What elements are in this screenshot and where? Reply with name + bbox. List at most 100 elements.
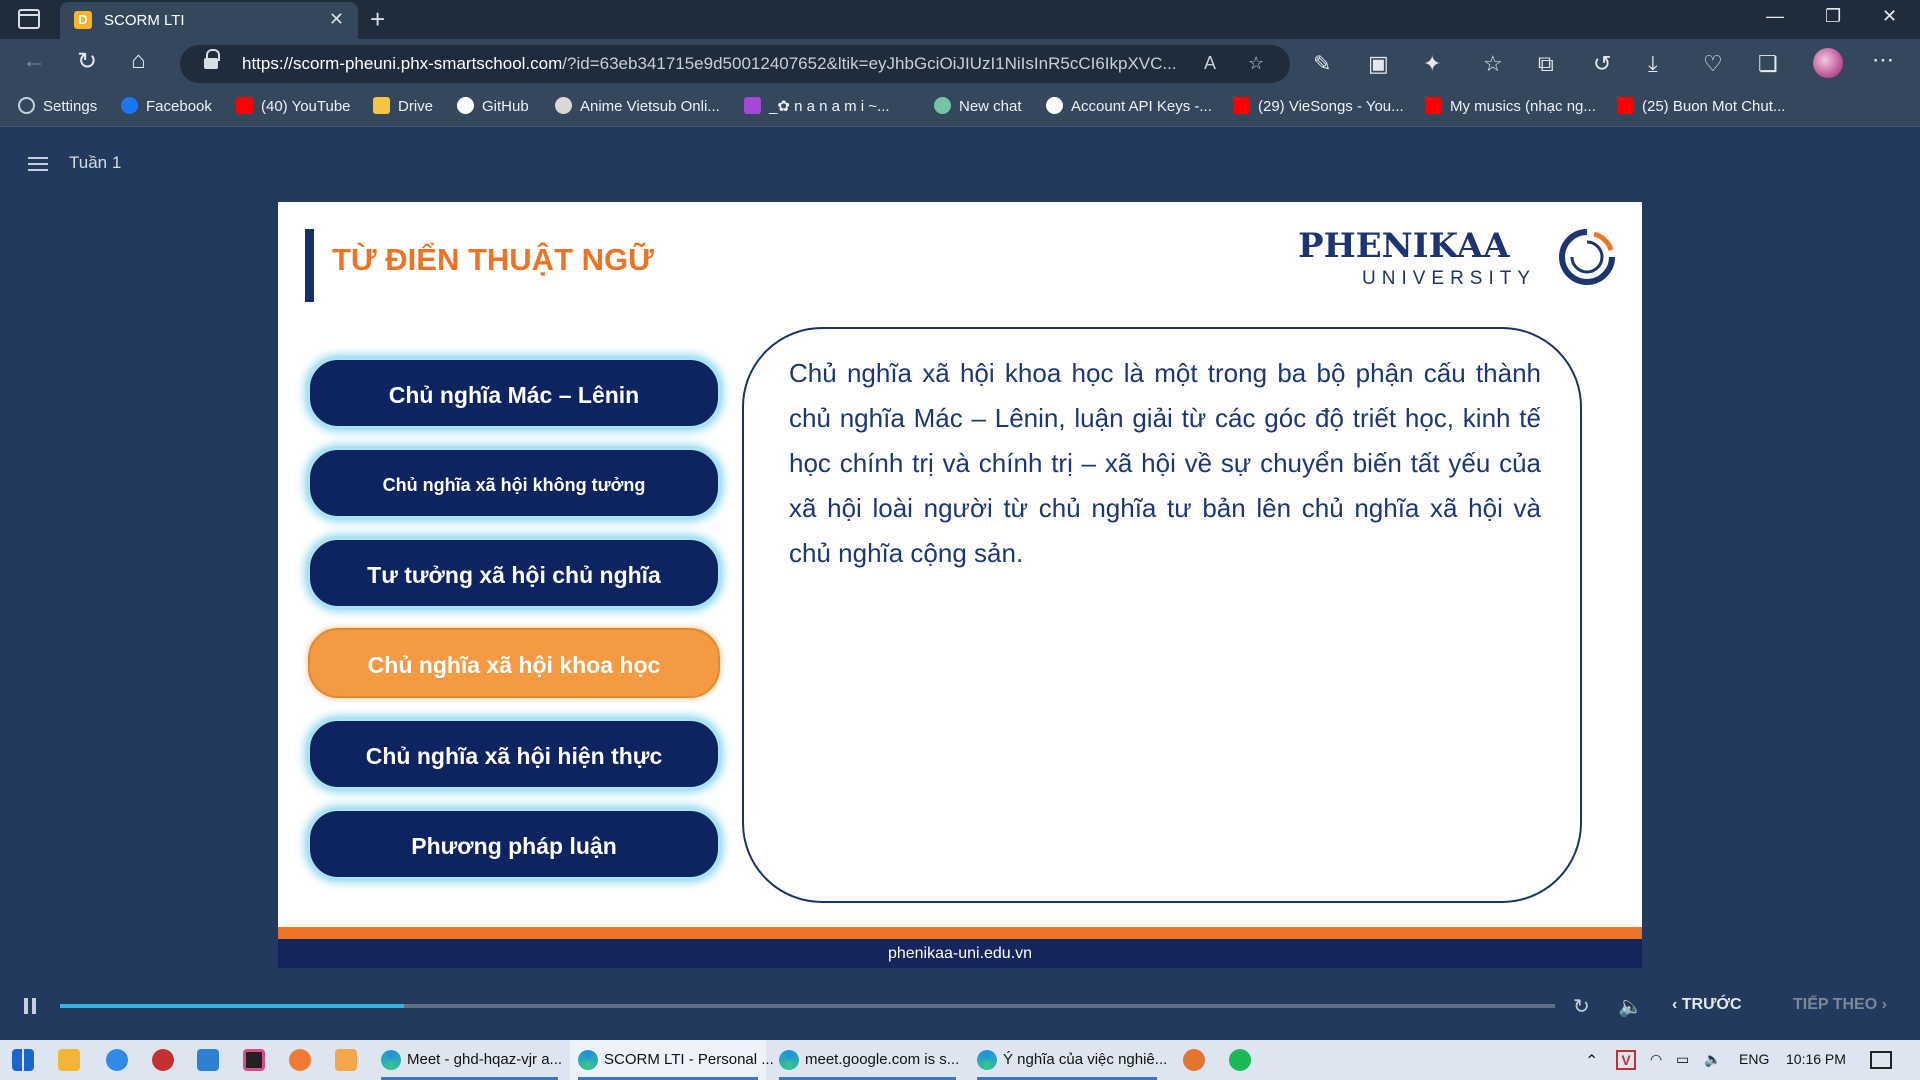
definition-box: Chủ nghĩa xã hội khoa học là một trong b… <box>742 327 1582 903</box>
volume-icon[interactable]: 🔈 <box>1618 994 1643 1019</box>
bookmarks-bar: Settings Facebook (40) YouTube Drive Git… <box>0 89 1920 127</box>
downloads-icon[interactable]: ⤓ <box>1648 51 1658 77</box>
openai-icon <box>1046 97 1063 114</box>
jetbrains-icon[interactable] <box>243 1049 265 1071</box>
next-label: TIẾP THEO <box>1793 996 1878 1013</box>
facebook-icon <box>121 97 138 114</box>
split-screen-icon[interactable]: ❏ <box>1758 51 1778 77</box>
battery-icon[interactable]: ▭ <box>1676 1051 1689 1068</box>
speaker-icon[interactable]: 🔈 <box>1704 1051 1721 1068</box>
vietnamese-ime-icon[interactable]: V <box>1616 1050 1636 1070</box>
more-icon[interactable]: ⋯ <box>1872 47 1894 73</box>
bookmark-anime[interactable]: Anime Vietsub Onli... <box>555 97 720 115</box>
term-button-methodology[interactable]: Phương pháp luận <box>308 809 720 879</box>
taskbar-app-google-meet[interactable]: meet.google.com is s... <box>771 1040 964 1080</box>
phenikaa-logo: PHENIKAA UNIVERSITY <box>1298 226 1616 292</box>
taskbar-app-scorm[interactable]: SCORM LTI - Personal ... <box>570 1040 774 1080</box>
extension-icon[interactable]: ▣ <box>1368 51 1389 77</box>
history-icon[interactable]: ↺ <box>1593 51 1611 77</box>
youtube-icon <box>1425 97 1442 114</box>
bookmark-new-chat[interactable]: New chat <box>934 97 1022 115</box>
playback-progress-bar[interactable] <box>60 1004 1555 1008</box>
firefox-icon[interactable] <box>1183 1049 1205 1071</box>
refresh-icon[interactable]: ↻ <box>77 47 97 76</box>
bookmark-buon-mot-chut[interactable]: (25) Buon Mot Chut... <box>1617 97 1785 115</box>
bookmark-facebook[interactable]: Facebook <box>121 97 212 115</box>
url-text[interactable]: https://scorm-pheuni.phx-smartschool.com… <box>242 54 1192 74</box>
profile-avatar[interactable] <box>1813 48 1843 78</box>
windows-taskbar: Meet - ghd-hqaz-vjr a... SCORM LTI - Per… <box>0 1040 1920 1080</box>
notifications-icon[interactable] <box>1870 1051 1892 1069</box>
tab-strip: D SCORM LTI ✕ + — ❐ ✕ <box>0 0 1920 39</box>
previous-label: TRƯỚC <box>1681 996 1742 1013</box>
folder-icon <box>373 97 390 114</box>
zalo-icon[interactable] <box>106 1049 128 1071</box>
bookmark-drive[interactable]: Drive <box>373 97 433 115</box>
restore-icon[interactable]: ❐ <box>1825 6 1841 27</box>
language-indicator[interactable]: ENG <box>1739 1051 1769 1067</box>
edge-icon <box>779 1050 799 1070</box>
previous-button[interactable]: ‹ TRƯỚC <box>1672 996 1742 1014</box>
page-title: Tuần 1 <box>69 153 122 172</box>
windows-start-icon[interactable] <box>12 1049 34 1071</box>
browser-tab-active[interactable]: D SCORM LTI ✕ <box>60 2 358 39</box>
app-icon[interactable] <box>335 1049 357 1071</box>
playback-progress-fill <box>60 1004 404 1008</box>
clock-time[interactable]: 10:16 PM <box>1786 1051 1846 1067</box>
bookmark-github[interactable]: GitHub <box>457 97 529 115</box>
bookmark-nanami[interactable]: _✿ n a n a m i ~... <box>744 97 890 115</box>
file-explorer-icon[interactable] <box>58 1049 80 1071</box>
hamburger-menu-icon[interactable] <box>28 157 48 171</box>
bookmark-viesongs[interactable]: (29) VieSongs - You... <box>1233 97 1404 115</box>
vscode-icon[interactable] <box>197 1049 219 1071</box>
bookmark-settings[interactable]: Settings <box>18 97 97 115</box>
gear-icon <box>18 97 35 114</box>
extensions-icon[interactable]: ✦ <box>1423 51 1441 77</box>
close-tab-icon[interactable]: ✕ <box>329 9 344 30</box>
taskbar-app-label: meet.google.com is s... <box>805 1051 960 1068</box>
slide-canvas: TỪ ĐIỂN THUẬT NGỮ PHENIKAA UNIVERSITY Ch… <box>278 202 1642 968</box>
lock-icon[interactable] <box>204 49 220 70</box>
slide-title: TỪ ĐIỂN THUẬT NGỮ <box>332 242 654 277</box>
term-button-real-socialism[interactable]: Chủ nghĩa xã hội hiện thực <box>308 719 720 789</box>
wifi-icon[interactable]: ◠ <box>1650 1051 1662 1068</box>
chatgpt-icon <box>934 97 951 114</box>
home-icon[interactable]: ⌂ <box>131 47 146 75</box>
close-window-icon[interactable]: ✕ <box>1882 6 1897 27</box>
address-bar[interactable]: https://scorm-pheuni.phx-smartschool.com… <box>180 45 1290 83</box>
navigation-bar: ← ↻ ⌂ https://scorm-pheuni.phx-smartscho… <box>0 39 1920 89</box>
new-tab-icon[interactable]: + <box>370 4 385 35</box>
term-button-scientific-socialism[interactable]: Chủ nghĩa xã hội khoa học <box>308 628 720 698</box>
next-button[interactable]: TIẾP THEO › <box>1793 996 1887 1014</box>
taskbar-app-label: SCORM LTI - Personal ... <box>604 1051 774 1068</box>
pause-icon[interactable] <box>24 998 36 1014</box>
bookmark-youtube[interactable]: (40) YouTube <box>236 97 351 115</box>
performance-icon[interactable]: ♡ <box>1703 51 1723 77</box>
taskbar-app-meet[interactable]: Meet - ghd-hqaz-vjr a... <box>373 1040 566 1080</box>
tab-favicon-icon: D <box>74 11 92 29</box>
spotify-icon[interactable] <box>1229 1049 1251 1071</box>
postman-icon[interactable] <box>289 1049 311 1071</box>
logo-subtitle: UNIVERSITY <box>1362 268 1537 289</box>
tab-title: SCORM LTI <box>104 12 185 29</box>
app-icon[interactable] <box>152 1049 174 1071</box>
extension-icon[interactable]: ✎ <box>1313 51 1331 77</box>
definition-text: Chủ nghĩa xã hội khoa học là một trong b… <box>789 358 1541 568</box>
tab-actions-icon[interactable] <box>18 9 40 29</box>
replay-icon[interactable]: ↻ <box>1573 994 1590 1019</box>
add-favorite-icon[interactable]: ☆ <box>1248 53 1264 74</box>
chevron-up-icon[interactable]: ⌃ <box>1585 1051 1598 1071</box>
term-button-utopian-socialism[interactable]: Chủ nghĩa xã hội không tưởng <box>308 448 720 518</box>
bookmark-api-keys[interactable]: Account API Keys -... <box>1046 97 1212 115</box>
term-button-socialist-thought[interactable]: Tư tưởng xã hội chủ nghĩa <box>308 538 720 608</box>
read-aloud-icon[interactable]: A <box>1204 53 1216 74</box>
favorites-icon[interactable]: ☆ <box>1483 51 1503 77</box>
bookmark-my-musics[interactable]: My musics (nhạc ng... <box>1425 97 1596 115</box>
chevron-right-icon: › <box>1877 996 1887 1013</box>
title-accent-bar <box>305 229 314 302</box>
minimize-icon[interactable]: — <box>1766 6 1784 27</box>
taskbar-app-y-nghia[interactable]: Ý nghĩa của việc nghiê... <box>969 1040 1167 1080</box>
term-button-marx-lenin[interactable]: Chủ nghĩa Mác – Lênin <box>308 358 720 428</box>
back-icon[interactable]: ← <box>22 47 46 75</box>
collections-icon[interactable]: ⧉ <box>1538 51 1554 77</box>
